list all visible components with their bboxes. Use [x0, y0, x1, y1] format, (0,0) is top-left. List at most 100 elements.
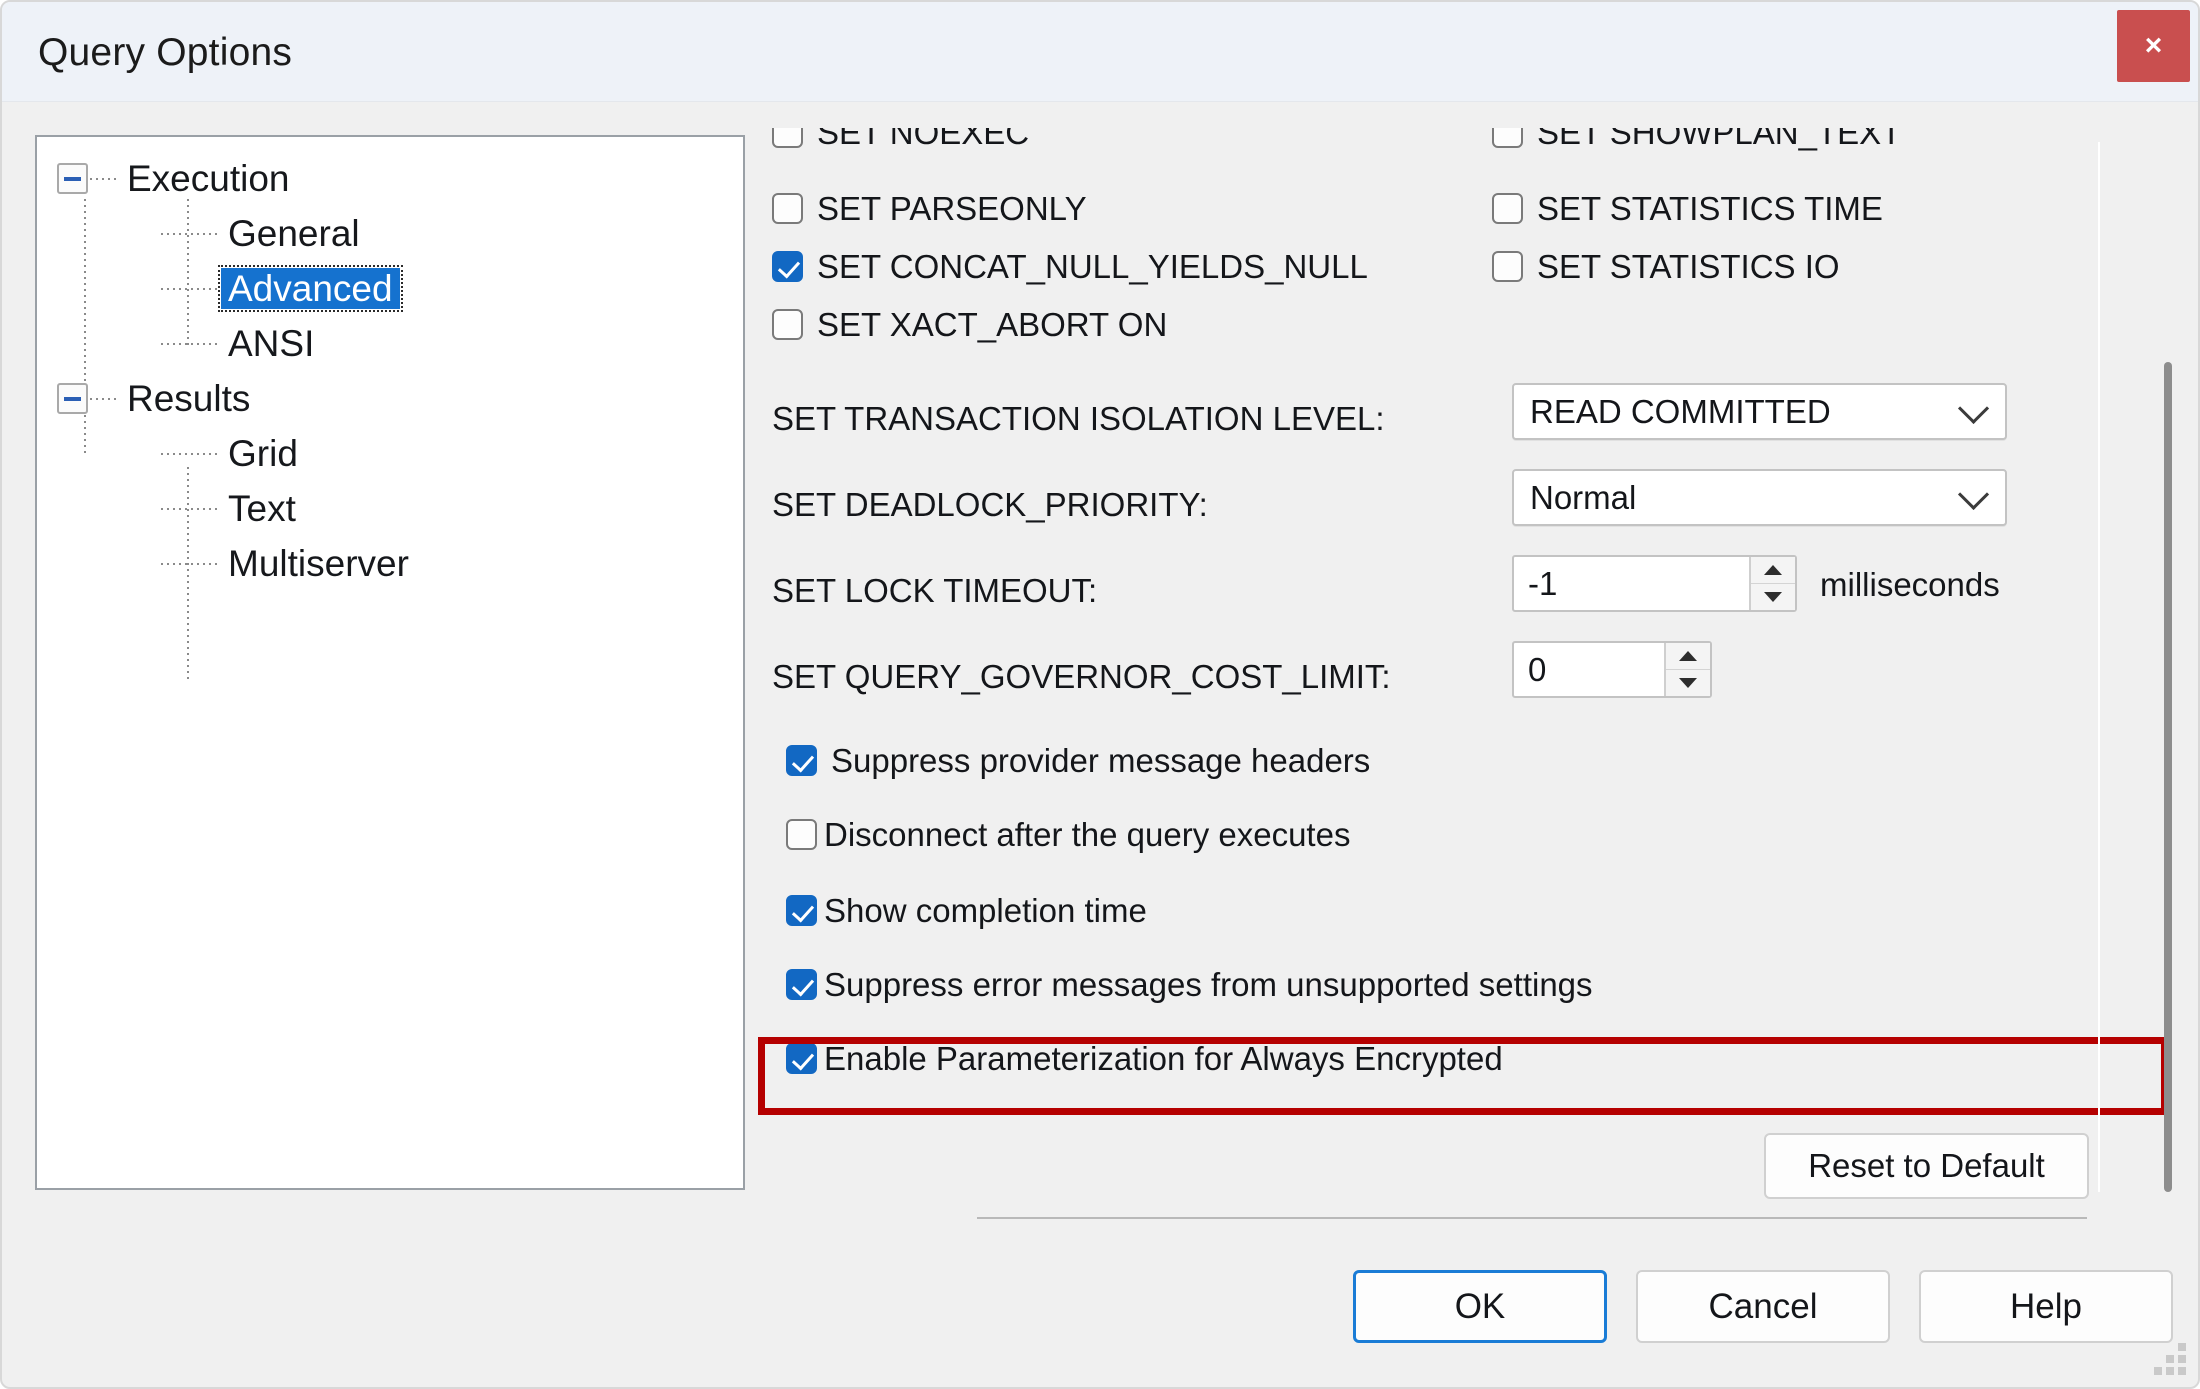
chevron-down-icon — [1957, 478, 1990, 510]
tree-item-multiserver[interactable]: Multiserver — [37, 536, 743, 591]
checkbox-enable-parameterization-always-encrypted[interactable] — [786, 1042, 817, 1074]
checkbox-set-parseonly[interactable] — [772, 192, 803, 224]
option-set-statistics-time[interactable]: SET STATISTICS TIME — [1492, 186, 1883, 230]
lock-timeout-label: SET LOCK TIMEOUT: — [772, 571, 1098, 609]
options-pane: SET NOEXEC SET SHOWPLAN_TEXT SET PARSEON… — [772, 128, 2072, 1188]
option-disconnect-after-query-executes[interactable]: Disconnect after the query executes — [786, 812, 1350, 856]
checkbox-disconnect-after-query-executes[interactable] — [786, 818, 817, 850]
lock-timeout-stepper[interactable]: -1 — [1512, 555, 1797, 612]
option-set-xact-abort-on[interactable]: SET XACT_ABORT ON — [772, 302, 1167, 346]
tree-item-label: Execution — [127, 158, 290, 199]
option-label: SET STATISTICS IO — [1537, 247, 1840, 285]
collapse-icon[interactable] — [57, 163, 88, 194]
checkbox-suppress-error-messages[interactable] — [786, 968, 817, 1000]
query-governor-value[interactable]: 0 — [1514, 643, 1664, 696]
deadlock-priority-label-row: SET DEADLOCK_PRIORITY: — [772, 482, 1208, 526]
option-label: SET NOEXEC — [817, 128, 1030, 151]
checkbox-set-noexec[interactable] — [772, 128, 803, 148]
tree-item-general[interactable]: General — [37, 206, 743, 261]
query-governor-stepper[interactable]: 0 — [1512, 641, 1712, 698]
lock-timeout-unit: milliseconds — [1820, 566, 2000, 603]
tree-item-label: Grid — [228, 433, 298, 474]
checkbox-set-showplan-text[interactable] — [1492, 128, 1523, 148]
option-enable-parameterization-always-encrypted[interactable]: Enable Parameterization for Always Encry… — [786, 1036, 1503, 1080]
option-set-showplan-text[interactable]: SET SHOWPLAN_TEXT — [1492, 128, 1901, 154]
query-governor-label-row: SET QUERY_GOVERNOR_COST_LIMIT: — [772, 654, 1391, 698]
tree-item-label: Text — [228, 488, 296, 529]
tree-item-ansi[interactable]: ANSI — [37, 316, 743, 371]
option-label: SET XACT_ABORT ON — [817, 305, 1168, 343]
option-label: Suppress provider message headers — [831, 741, 1371, 779]
option-suppress-error-messages[interactable]: Suppress error messages from unsupported… — [786, 962, 1593, 1006]
cancel-button[interactable]: Cancel — [1636, 1270, 1890, 1343]
collapse-icon[interactable] — [57, 383, 88, 414]
tree-item-advanced[interactable]: Advanced — [37, 261, 743, 316]
tree-item-label: General — [228, 213, 360, 254]
query-options-dialog: Query Options × Execution General Advanc… — [0, 0, 2200, 1389]
option-show-completion-time[interactable]: Show completion time — [786, 888, 1147, 932]
stepper-up-icon[interactable] — [1666, 643, 1710, 669]
option-label: SET SHOWPLAN_TEXT — [1537, 128, 1902, 151]
tree-item-label: Advanced — [218, 265, 403, 312]
tree-connector-dots — [161, 507, 219, 510]
option-label: SET CONCAT_NULL_YIELDS_NULL — [817, 247, 1368, 285]
option-label: Suppress error messages from unsupported… — [824, 965, 1593, 1003]
resize-grip[interactable] — [2152, 1343, 2186, 1377]
option-set-statistics-io[interactable]: SET STATISTICS IO — [1492, 244, 1840, 288]
option-label: Disconnect after the query executes — [824, 815, 1351, 853]
tree-connector-dots — [161, 452, 219, 455]
isolation-level-dropdown[interactable]: READ COMMITTED — [1512, 383, 2007, 440]
option-label: Enable Parameterization for Always Encry… — [824, 1039, 1503, 1077]
option-label: SET STATISTICS TIME — [1537, 189, 1883, 227]
deadlock-priority-value: Normal — [1530, 479, 1637, 516]
lock-timeout-stepper-buttons[interactable] — [1749, 557, 1795, 610]
stepper-down-icon[interactable] — [1751, 583, 1795, 610]
lock-timeout-label-row: SET LOCK TIMEOUT: — [772, 568, 1097, 612]
tree-connector-dots — [161, 342, 219, 345]
checkbox-show-completion-time[interactable] — [786, 894, 817, 926]
reset-to-default-button[interactable]: Reset to Default — [1764, 1133, 2089, 1199]
option-set-concat-null-yields-null[interactable]: SET CONCAT_NULL_YIELDS_NULL — [772, 244, 1368, 288]
tree-item-text[interactable]: Text — [37, 481, 743, 536]
tree-connector-dots — [90, 177, 118, 180]
tree-connector-dots — [161, 562, 219, 565]
close-icon[interactable]: × — [2117, 10, 2190, 82]
stepper-down-icon[interactable] — [1666, 669, 1710, 696]
option-suppress-provider-message-headers[interactable]: Suppress provider message headers — [786, 738, 1370, 782]
checkbox-suppress-provider-message-headers[interactable] — [786, 744, 817, 776]
title-bar: Query Options × — [2, 2, 2198, 102]
checkbox-set-concat-null-yields-null[interactable] — [772, 250, 803, 282]
checkbox-set-xact-abort-on[interactable] — [772, 308, 803, 340]
checkbox-set-statistics-io[interactable] — [1492, 250, 1523, 282]
isolation-level-label-row: SET TRANSACTION ISOLATION LEVEL: — [772, 396, 1385, 440]
options-scrollbar[interactable] — [2158, 132, 2178, 1192]
help-button[interactable]: Help — [1919, 1270, 2173, 1343]
navigation-tree[interactable]: Execution General Advanced ANSI Results — [35, 135, 745, 1190]
option-set-noexec[interactable]: SET NOEXEC — [772, 128, 1029, 154]
tree-item-grid[interactable]: Grid — [37, 426, 743, 481]
footer-separator — [977, 1217, 2087, 1219]
tree-item-label: Results — [127, 378, 251, 419]
tree-connector-dots — [161, 232, 219, 235]
option-label: Show completion time — [824, 891, 1147, 929]
isolation-level-value: READ COMMITTED — [1530, 393, 1831, 430]
tree-item-label: Multiserver — [228, 543, 409, 584]
option-label: SET PARSEONLY — [817, 189, 1087, 227]
tree-item-label: ANSI — [228, 323, 315, 364]
tree-item-execution[interactable]: Execution — [37, 151, 743, 206]
tree-connector-dots — [161, 287, 219, 290]
scrollbar-thumb[interactable] — [2164, 362, 2172, 1192]
pane-divider — [2098, 142, 2100, 1192]
query-governor-stepper-buttons[interactable] — [1664, 643, 1710, 696]
deadlock-priority-dropdown[interactable]: Normal — [1512, 469, 2007, 526]
query-governor-label: SET QUERY_GOVERNOR_COST_LIMIT: — [772, 657, 1391, 695]
stepper-up-icon[interactable] — [1751, 557, 1795, 583]
tree-item-results[interactable]: Results — [37, 371, 743, 426]
chevron-down-icon — [1957, 392, 1990, 424]
isolation-level-label: SET TRANSACTION ISOLATION LEVEL: — [772, 399, 1385, 437]
tree-connector-dots — [90, 397, 118, 400]
option-set-parseonly[interactable]: SET PARSEONLY — [772, 186, 1087, 230]
lock-timeout-value[interactable]: -1 — [1514, 557, 1749, 610]
ok-button[interactable]: OK — [1353, 1270, 1607, 1343]
checkbox-set-statistics-time[interactable] — [1492, 192, 1523, 224]
